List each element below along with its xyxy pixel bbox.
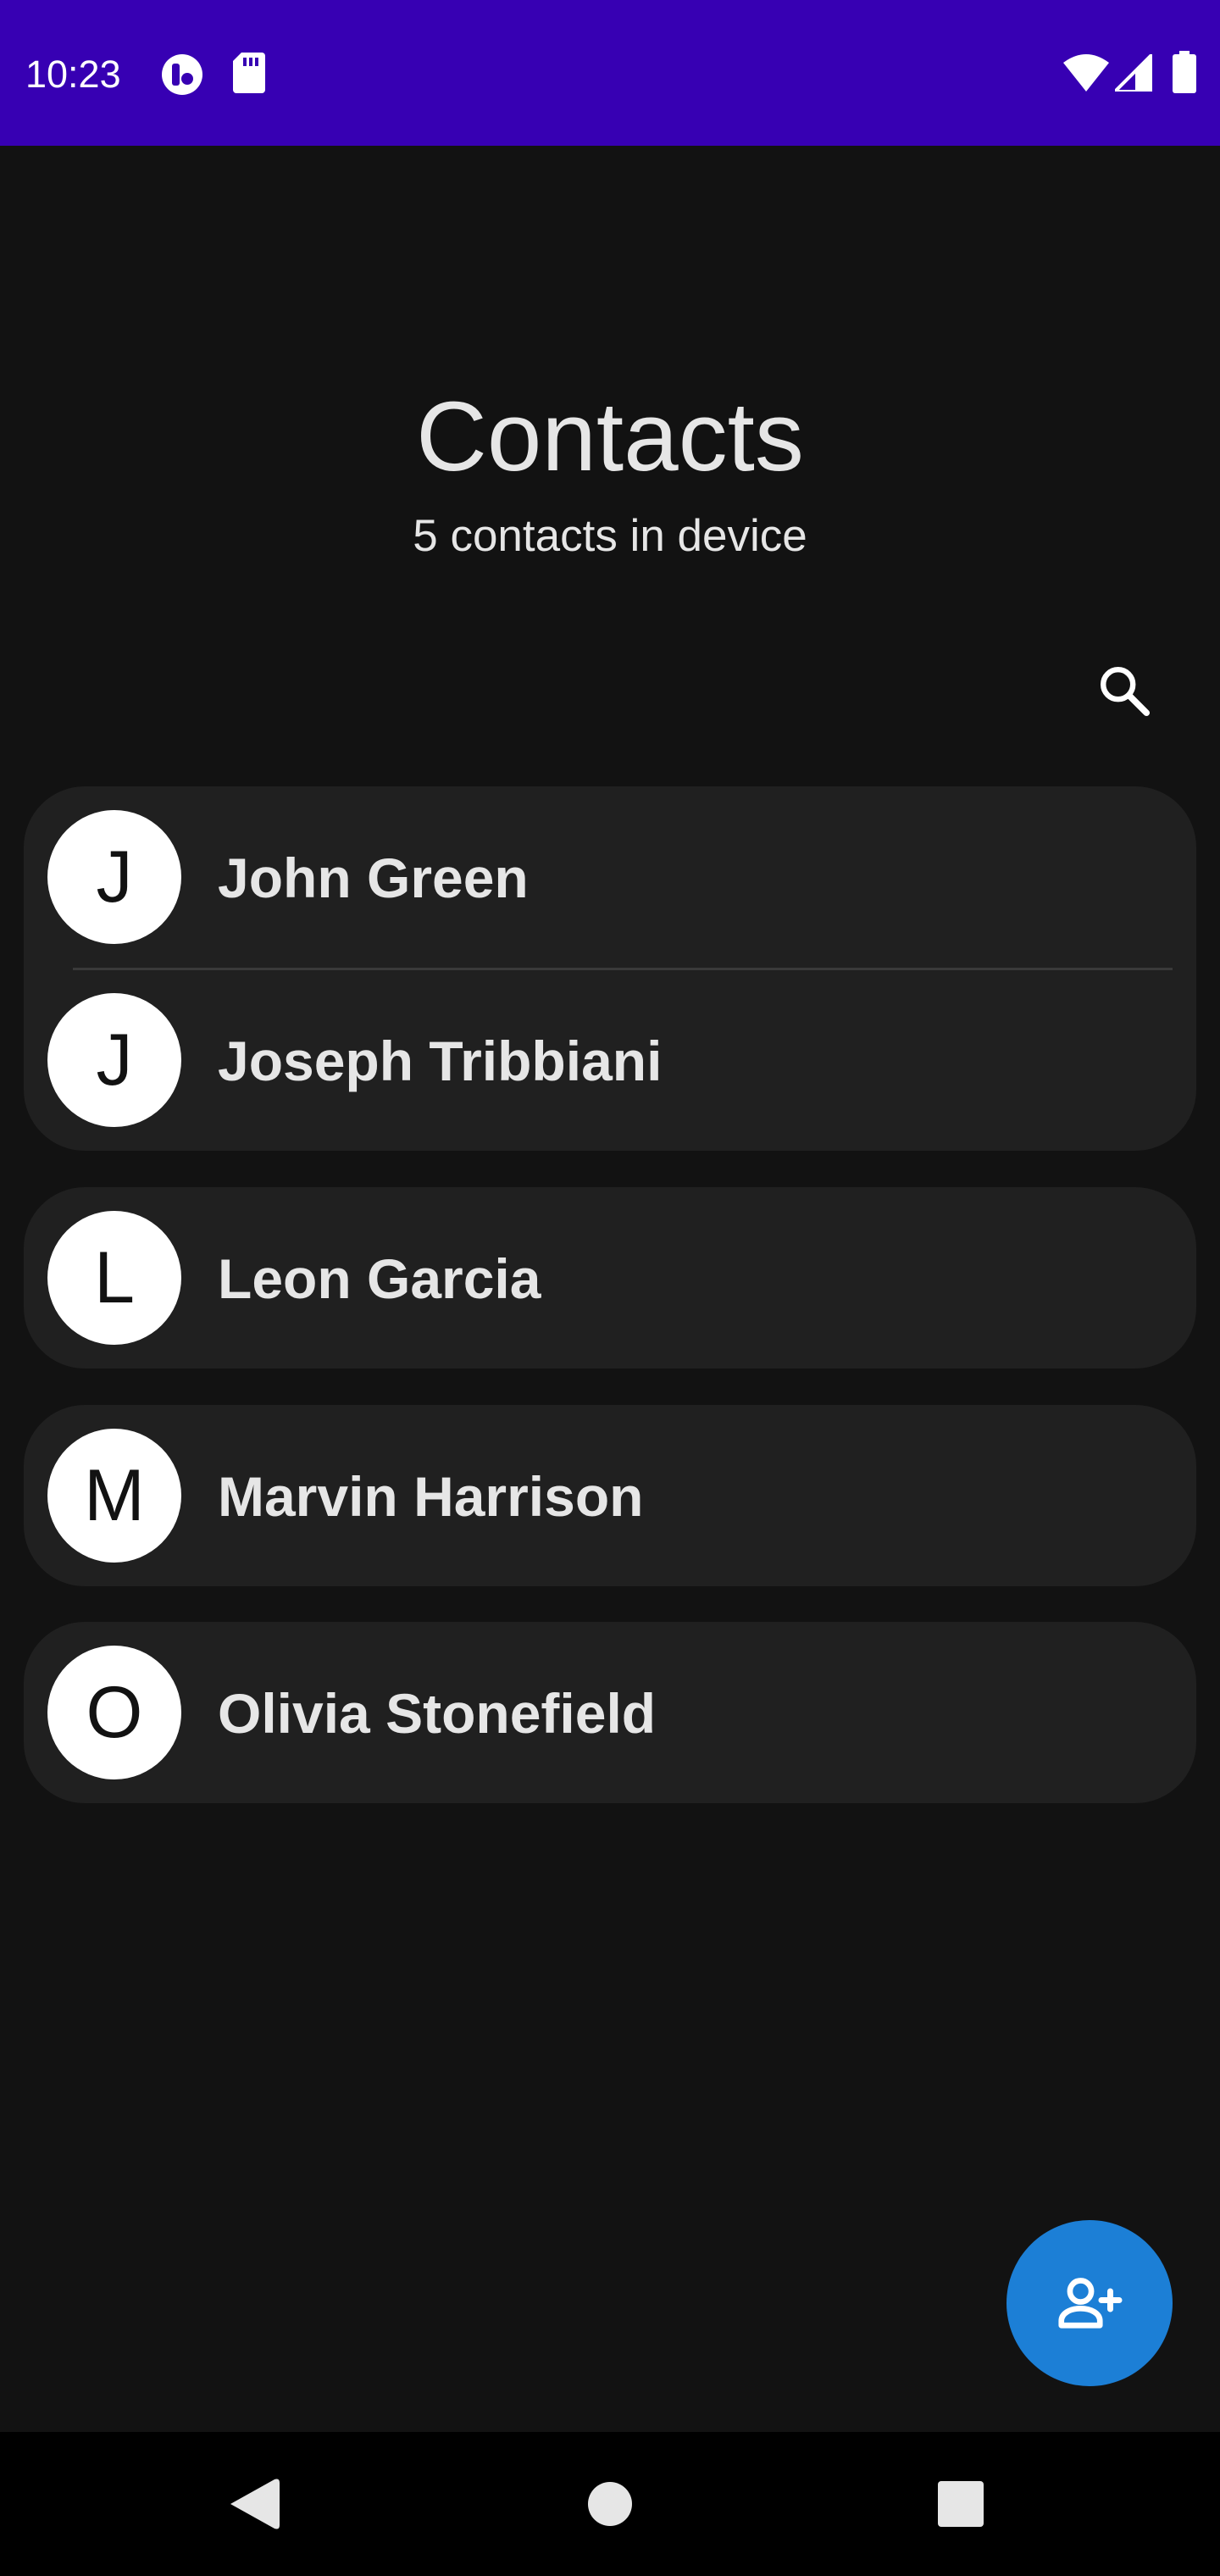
status-bar: 10:23 [0,0,1220,146]
contact-group-j: J John Green J Joseph Tribbiani [24,786,1196,1151]
contact-group-o: O Olivia Stonefield [24,1622,1196,1803]
contact-row[interactable]: L Leon Garcia [24,1187,1196,1368]
contact-row[interactable]: J Joseph Tribbiani [24,969,1196,1151]
status-time: 10:23 [25,53,121,96]
contact-name: Leon Garcia [218,1247,541,1310]
contact-name: Olivia Stonefield [218,1682,657,1745]
back-icon[interactable] [230,2478,280,2530]
avatar: O [47,1646,181,1779]
recents-icon[interactable] [938,2481,984,2527]
contact-group-m: M Marvin Harrison [24,1405,1196,1586]
page-title: Contacts [416,381,804,491]
app-notification-icon [162,54,202,95]
add-contact-button[interactable] [1006,2220,1173,2386]
contact-group-l: L Leon Garcia [24,1187,1196,1368]
avatar: L [47,1211,181,1345]
avatar: J [47,810,181,944]
avatar: M [47,1429,181,1563]
search-button[interactable] [1086,652,1162,729]
contact-row[interactable]: O Olivia Stonefield [24,1622,1196,1803]
contact-name: Marvin Harrison [218,1465,644,1528]
home-icon[interactable] [587,2481,633,2527]
cell-signal-icon [1115,54,1152,92]
wifi-icon [1063,54,1109,92]
contact-name: John Green [218,847,529,909]
battery-icon [1173,51,1196,93]
avatar: J [47,993,181,1127]
contact-row[interactable]: M Marvin Harrison [24,1405,1196,1586]
contact-count: 5 contacts in device [413,511,807,561]
contact-name: Joseph Tribbiani [218,1030,663,1092]
add-person-icon [1058,2278,1123,2329]
contact-row[interactable]: J John Green [24,786,1196,968]
navigation-bar [0,2432,1220,2576]
sd-card-icon [233,53,265,93]
search-icon [1101,667,1151,717]
